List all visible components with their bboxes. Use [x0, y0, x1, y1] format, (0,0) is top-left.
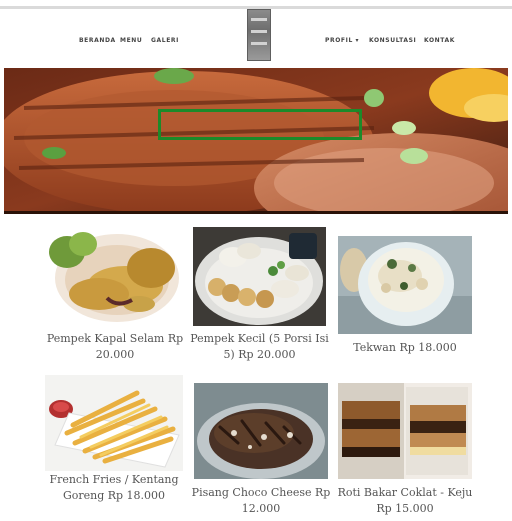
menu-caption: Pempek Kapal Selam Rp 20.000: [46, 332, 184, 361]
menu-caption: Roti Bakar Coklat - Keju Rp 15.000: [337, 486, 473, 515]
menu-card-6[interactable]: Roti Bakar Coklat - Keju Rp 15.000: [338, 383, 472, 521]
menu-caption: Pisang Choco Cheese Rp 12.000: [191, 486, 331, 515]
nav-link-beranda[interactable]: BERANDA: [79, 37, 116, 44]
menu-card-4[interactable]: French Fries / Kentang Goreng Rp 18.000: [45, 375, 183, 521]
nav-link-galeri[interactable]: GALERI: [151, 37, 179, 44]
menu-caption: French Fries / Kentang Goreng Rp 18.000: [49, 473, 179, 502]
nav-link-konsultasi[interactable]: KONSULTASI: [369, 37, 416, 44]
menu-card-2[interactable]: Pempek Kecil (5 Porsi Isi 5) Rp 20.000: [190, 227, 329, 367]
menu-image-roti-bakar[interactable]: [338, 383, 472, 479]
menu-image-pisang-choco-cheese[interactable]: [194, 383, 328, 479]
menu-card-3[interactable]: Tekwan Rp 18.000: [338, 236, 472, 366]
menu-card-1[interactable]: Pempek Kapal Selam Rp 20.000: [47, 228, 183, 368]
menu-image-pempek-kapal-selam[interactable]: [47, 228, 183, 324]
menu-caption: Pempek Kecil (5 Porsi Isi 5) Rp 20.000: [190, 332, 329, 361]
hero-banner: [4, 68, 508, 214]
menu-image-tekwan[interactable]: [338, 236, 472, 334]
menu-image-french-fries[interactable]: [45, 375, 183, 471]
highlight-selection-box: [158, 109, 362, 140]
menu-image-pempek-kecil[interactable]: [193, 227, 326, 326]
nav-link-menu[interactable]: MENU: [120, 37, 142, 44]
menu-card-5[interactable]: Pisang Choco Cheese Rp 12.000: [192, 383, 330, 521]
steak-banner-image: [4, 68, 508, 214]
site-logo[interactable]: [247, 9, 271, 61]
nav-link-profil-dropdown[interactable]: PROFIL ▾: [325, 37, 359, 44]
menu-caption: Tekwan Rp 18.000: [353, 341, 457, 354]
nav-link-kontak[interactable]: KONTAK: [424, 37, 455, 44]
